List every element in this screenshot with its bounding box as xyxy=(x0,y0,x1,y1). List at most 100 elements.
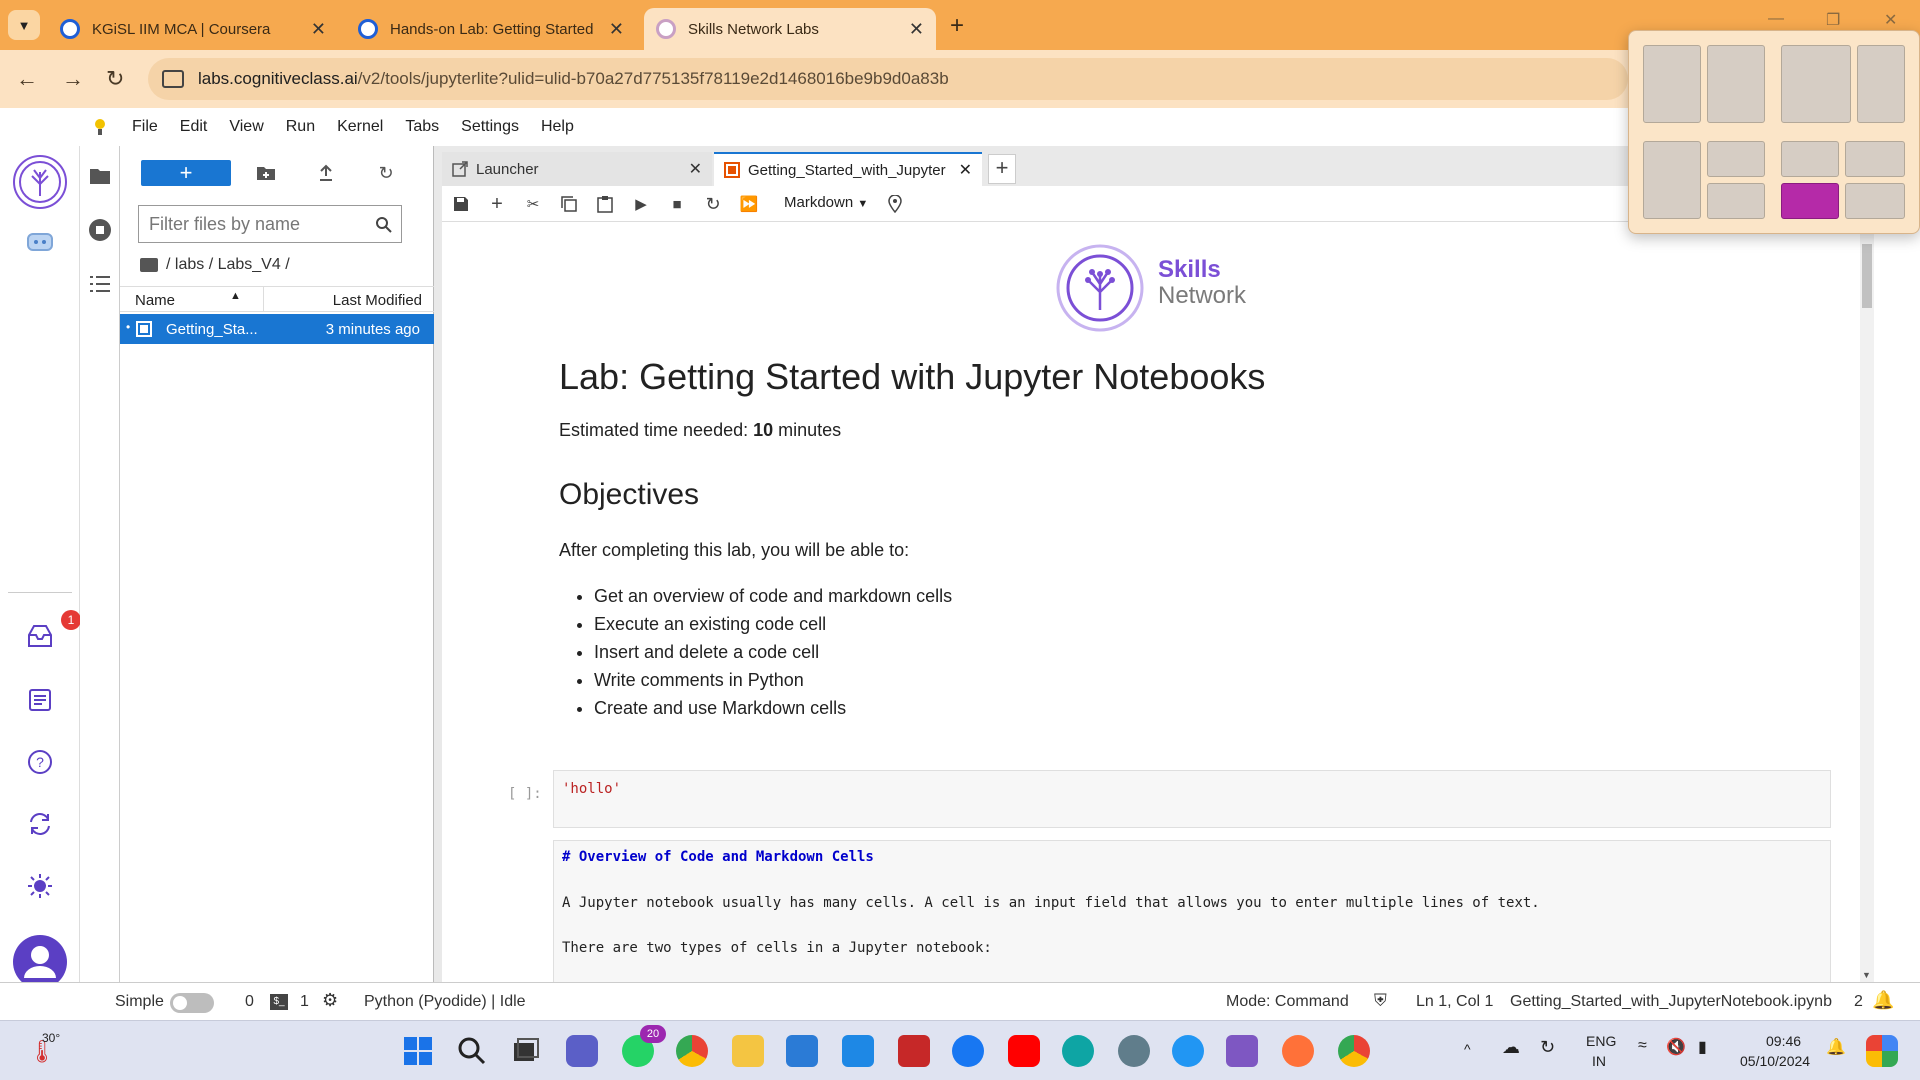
close-icon[interactable]: ✕ xyxy=(609,19,624,40)
task-view-icon[interactable] xyxy=(510,1035,542,1067)
facebook-icon[interactable] xyxy=(952,1035,984,1067)
kernels-count[interactable]: 1 xyxy=(300,993,309,1011)
browser-tab-coursera[interactable]: KGiSL IIM MCA | Coursera ✕ xyxy=(48,8,338,50)
menu-help[interactable]: Help xyxy=(541,118,574,136)
upload-icon[interactable] xyxy=(315,162,337,184)
onedrive-icon[interactable]: ☁ xyxy=(1502,1037,1520,1058)
wifi-icon[interactable]: ≈ xyxy=(1638,1037,1647,1055)
menu-edit[interactable]: Edit xyxy=(180,118,208,136)
snap-zone[interactable] xyxy=(1707,183,1765,219)
bell-icon[interactable]: 🔔 xyxy=(1872,990,1894,1011)
table-of-contents-icon[interactable] xyxy=(82,266,118,302)
new-tab-button[interactable]: + xyxy=(950,12,964,40)
youtube-icon[interactable] xyxy=(1008,1035,1040,1067)
sync-icon[interactable] xyxy=(22,806,58,842)
site-info-icon[interactable] xyxy=(162,70,184,88)
scrollbar-thumb[interactable] xyxy=(1862,244,1872,308)
simple-mode-toggle[interactable] xyxy=(170,993,214,1013)
close-icon[interactable]: ✕ xyxy=(689,159,702,179)
menu-kernel[interactable]: Kernel xyxy=(337,118,383,136)
copilot-icon[interactable] xyxy=(1866,1035,1898,1067)
chat-icon[interactable] xyxy=(22,226,58,262)
breadcrumb-path[interactable]: / labs / Labs_V4 / xyxy=(166,256,290,274)
sync-tray-icon[interactable]: ↻ xyxy=(1540,1037,1555,1058)
language-in[interactable]: IN xyxy=(1592,1053,1606,1069)
teams-chat-icon[interactable] xyxy=(566,1035,598,1067)
run-icon[interactable]: ▶ xyxy=(632,195,650,213)
file-row[interactable]: • Getting_Sta... 3 minutes ago xyxy=(120,314,434,344)
close-icon[interactable]: ✕ xyxy=(959,160,972,180)
file-explorer-icon[interactable] xyxy=(732,1035,764,1067)
new-folder-icon[interactable] xyxy=(255,162,277,184)
clock-date[interactable]: 05/10/2024 xyxy=(1740,1053,1810,1069)
url-input[interactable]: labs.cognitiveclass.ai/v2/tools/jupyterl… xyxy=(148,58,1628,100)
language-eng[interactable]: ENG xyxy=(1586,1033,1616,1049)
folder-icon[interactable] xyxy=(82,158,118,194)
edge-icon[interactable] xyxy=(1062,1035,1094,1067)
insert-cell-icon[interactable]: + xyxy=(488,193,506,215)
visual-studio-icon[interactable] xyxy=(1226,1035,1258,1067)
forward-icon[interactable]: → xyxy=(62,66,84,92)
column-last-modified[interactable]: Last Modified xyxy=(333,292,422,309)
menu-settings[interactable]: Settings xyxy=(461,118,519,136)
snap-zone[interactable] xyxy=(1857,45,1905,123)
close-icon[interactable]: ✕ xyxy=(909,19,924,40)
refresh-icon[interactable]: ↻ xyxy=(375,162,397,184)
menu-view[interactable]: View xyxy=(229,118,263,136)
settings-icon[interactable] xyxy=(1118,1035,1150,1067)
restart-icon[interactable]: ↻ xyxy=(704,194,722,214)
theme-icon[interactable] xyxy=(22,868,58,904)
back-icon[interactable]: ← xyxy=(16,66,38,92)
cut-icon[interactable]: ✂ xyxy=(524,195,542,213)
menu-tabs[interactable]: Tabs xyxy=(405,118,439,136)
help-icon[interactable]: ? xyxy=(22,744,58,780)
snap-zone[interactable] xyxy=(1707,45,1765,123)
restart-run-all-icon[interactable]: ⏩ xyxy=(740,195,759,213)
sort-ascending-icon[interactable]: ▲ xyxy=(230,290,241,302)
get-help-icon[interactable] xyxy=(1172,1035,1204,1067)
tab-search-button[interactable]: ▼ xyxy=(8,10,40,40)
snap-zone[interactable] xyxy=(1781,45,1851,123)
search-icon[interactable] xyxy=(456,1035,488,1067)
browser-tab-handson-lab[interactable]: Hands-on Lab: Getting Started ✕ xyxy=(346,8,636,50)
start-icon[interactable] xyxy=(402,1035,434,1067)
filter-files-input[interactable]: Filter files by name xyxy=(138,205,402,243)
close-window-icon[interactable]: ✕ xyxy=(1884,10,1897,30)
skills-network-logo-icon[interactable] xyxy=(12,154,68,210)
minimize-icon[interactable]: — xyxy=(1768,10,1784,28)
scroll-down-arrow-icon[interactable]: ▼ xyxy=(1862,970,1871,980)
paste-icon[interactable] xyxy=(596,195,614,213)
show-hidden-icons-icon[interactable]: ^ xyxy=(1464,1041,1471,1057)
battery-icon[interactable]: ▮ xyxy=(1698,1037,1707,1057)
save-icon[interactable] xyxy=(452,195,470,213)
snap-zone[interactable] xyxy=(1845,183,1905,219)
close-icon[interactable]: ✕ xyxy=(311,19,326,40)
inbox-icon[interactable]: 1 xyxy=(22,610,81,654)
notification-bell-icon[interactable]: 🔔 xyxy=(1826,1037,1846,1057)
snap-zone[interactable] xyxy=(1643,45,1701,123)
column-name[interactable]: Name xyxy=(135,292,175,309)
cell-type-select[interactable]: Markdown ▼ xyxy=(784,194,868,211)
snap-zone[interactable] xyxy=(1781,141,1839,177)
new-launcher-button[interactable]: + xyxy=(141,160,231,186)
tab-launcher[interactable]: Launcher ✕ xyxy=(442,152,712,186)
copy-icon[interactable] xyxy=(560,195,578,213)
code-cell[interactable]: 'hollo' xyxy=(553,770,1831,828)
snap-zone[interactable] xyxy=(1707,141,1765,177)
kernel-status[interactable]: Python (Pyodide) | Idle xyxy=(364,993,526,1011)
tab-notebook[interactable]: Getting_Started_with_Jupyter ✕ xyxy=(714,152,982,186)
menu-run[interactable]: Run xyxy=(286,118,315,136)
running-kernels-icon[interactable] xyxy=(82,212,118,248)
snap-zone[interactable] xyxy=(1643,141,1701,219)
clock-time[interactable]: 09:46 xyxy=(1766,1033,1801,1049)
terminals-count[interactable]: 0 xyxy=(245,993,254,1011)
shield-icon[interactable]: ⛨ xyxy=(1374,991,1387,1011)
chrome-profile-icon[interactable] xyxy=(1338,1035,1370,1067)
firefox-icon[interactable] xyxy=(1282,1035,1314,1067)
myhp-icon[interactable] xyxy=(842,1035,874,1067)
menu-file[interactable]: File xyxy=(132,118,158,136)
stop-icon[interactable]: ■ xyxy=(668,195,686,213)
snap-zone-highlighted[interactable] xyxy=(1781,183,1839,219)
breadcrumb[interactable]: / labs / Labs_V4 / xyxy=(140,256,290,274)
whatsapp-icon[interactable]: 20 xyxy=(622,1025,666,1067)
